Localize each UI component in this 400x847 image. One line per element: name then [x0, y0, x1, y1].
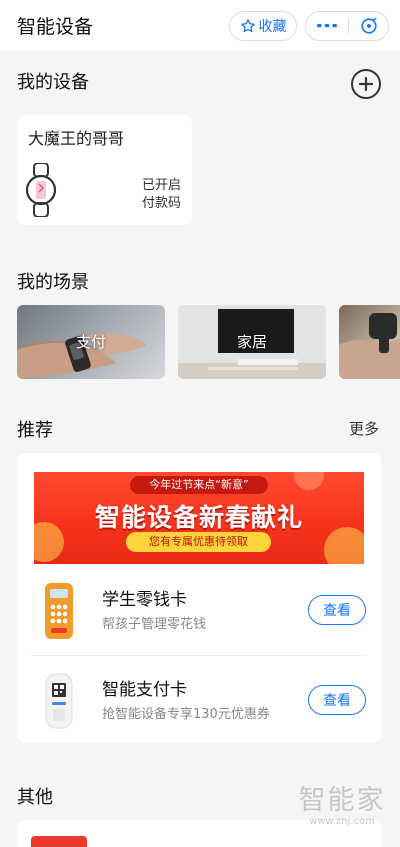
scene-third-photo — [339, 313, 400, 379]
smart-pay-card-icon — [45, 673, 73, 729]
recommend-title: 推荐 — [17, 420, 53, 441]
device-status: 已开启 付款码 — [142, 177, 181, 213]
add-device-button[interactable] — [351, 69, 381, 99]
other-title: 其他 — [17, 787, 53, 808]
more-button[interactable] — [306, 12, 348, 40]
scene-pay[interactable]: 支付 — [17, 305, 165, 379]
banner-decoration — [294, 472, 324, 490]
favorite-label: 收藏 — [258, 19, 287, 35]
item-divider — [31, 655, 367, 656]
other-item-thumbnail — [31, 836, 87, 847]
device-status-line2: 付款码 — [141, 196, 181, 211]
scene-home[interactable]: 家居 — [178, 305, 326, 379]
view-button[interactable]: 查看 — [308, 685, 366, 715]
favorite-button[interactable]: 收藏 — [229, 11, 297, 41]
list-item[interactable]: 学生零钱卡 帮孩子管理零花钱 查看 — [17, 567, 381, 655]
my-devices-title: 我的设备 — [17, 72, 89, 93]
my-scenes-title: 我的场景 — [17, 272, 89, 293]
student-card-icon — [45, 583, 73, 639]
more-link[interactable]: 更多 — [349, 418, 379, 439]
plus-icon — [359, 77, 373, 91]
item-title: 学生零钱卡 — [102, 590, 187, 610]
mini-program-capsule — [305, 11, 389, 41]
banner-coupon: 您有专属优惠待领取 — [126, 532, 271, 552]
banner-headline: 智能设备新春献礼 — [94, 503, 303, 532]
promo-banner[interactable]: 今年过节来点“新意” 智能设备新春献礼 您有专属优惠待领取 — [34, 472, 364, 564]
item-description: 抢智能设备专享130元优惠券 — [102, 707, 270, 722]
device-name: 大魔王的哥哥 — [28, 129, 125, 148]
close-circle-icon — [361, 17, 377, 34]
scene-home-label: 家居 — [236, 333, 267, 351]
smartwatch-icon — [25, 163, 57, 217]
item-description: 帮孩子管理零花钱 — [102, 617, 207, 632]
watermark: 智能家 www.znj.com — [290, 786, 394, 828]
view-button[interactable]: 查看 — [308, 595, 366, 625]
top-bar: 智能设备 收藏 — [0, 0, 400, 52]
star-icon — [240, 19, 255, 33]
list-item[interactable]: 智能支付卡 抢智能设备专享130元优惠券 查看 — [17, 657, 381, 745]
recommend-card: 今年过节来点“新意” 智能设备新春献礼 您有专属优惠待领取 学生零钱卡 帮孩子管… — [17, 453, 381, 743]
item-title: 智能支付卡 — [102, 680, 187, 700]
watermark-url: www.znj.com — [309, 816, 375, 827]
banner-tag: 今年过节来点“新意” — [130, 476, 268, 494]
watermark-text: 智能家 — [298, 785, 386, 816]
ellipsis-icon — [317, 24, 337, 28]
scene-third[interactable] — [339, 305, 400, 379]
page-title: 智能设备 — [17, 16, 94, 38]
close-button[interactable] — [348, 12, 390, 40]
device-status-line1: 已开启 — [141, 178, 181, 193]
scene-pay-label: 支付 — [75, 333, 106, 351]
device-card[interactable]: 大魔王的哥哥 已开启 付款码 — [17, 115, 192, 225]
